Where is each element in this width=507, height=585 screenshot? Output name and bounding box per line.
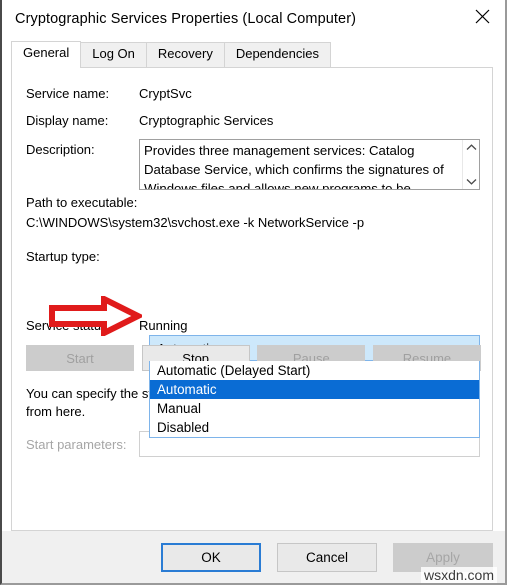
close-icon[interactable] — [459, 0, 505, 32]
title-bar: Cryptographic Services Properties (Local… — [2, 0, 505, 42]
tab-log-on[interactable]: Log On — [80, 42, 147, 67]
service-status-value: Running — [139, 318, 188, 333]
service-status-label: Service status: — [26, 318, 112, 333]
dropdown-option-automatic-delayed-start[interactable]: Automatic (Delayed Start) — [150, 361, 479, 380]
service-name-row: Service name: — [26, 86, 109, 101]
service-name-value: CryptSvc — [139, 86, 192, 101]
description-label: Description: — [26, 142, 95, 157]
start-button[interactable]: Start — [26, 345, 134, 371]
display-name-row: Display name: — [26, 113, 108, 128]
path-to-executable-value: C:\WINDOWS\system32\svchost.exe -k Netwo… — [26, 215, 365, 230]
window-title: Cryptographic Services Properties (Local… — [15, 11, 357, 27]
path-to-executable-label: Path to executable: — [26, 195, 138, 210]
description-row: Description: — [26, 142, 95, 157]
tab-strip: General Log On Recovery Dependencies — [11, 41, 493, 68]
tab-dependencies[interactable]: Dependencies — [223, 42, 331, 67]
description-scrollbar[interactable] — [462, 140, 479, 189]
service-properties-dialog: Cryptographic Services Properties (Local… — [0, 0, 507, 585]
startup-type-dropdown-list[interactable]: Automatic (Delayed Start) Automatic Manu… — [149, 361, 480, 438]
dropdown-option-manual[interactable]: Manual — [150, 399, 479, 418]
ok-button[interactable]: OK — [161, 542, 261, 572]
startup-type-label: Startup type: — [26, 249, 100, 264]
chevron-up-icon[interactable] — [466, 144, 477, 151]
display-name-value: Cryptographic Services — [139, 113, 274, 128]
watermark: wsxdn.com — [420, 567, 497, 583]
startup-type-row: Startup type: — [26, 249, 100, 264]
tab-recovery[interactable]: Recovery — [145, 42, 225, 67]
dropdown-option-automatic[interactable]: Automatic — [150, 380, 479, 399]
description-textbox[interactable]: Provides three management services: Cata… — [139, 139, 480, 190]
start-parameters-label: Start parameters: — [26, 437, 127, 452]
dropdown-option-disabled[interactable]: Disabled — [150, 418, 479, 437]
service-status-row: Service status: — [26, 318, 111, 333]
description-text: Provides three management services: Cata… — [144, 143, 448, 189]
chevron-down-icon[interactable] — [466, 178, 477, 185]
service-name-label: Service name: — [26, 86, 110, 101]
cancel-button[interactable]: Cancel — [277, 542, 377, 572]
tab-general[interactable]: General — [11, 41, 82, 68]
general-tab-panel: Service name: CryptSvc Display name: Cry… — [11, 67, 493, 531]
display-name-label: Display name: — [26, 113, 109, 128]
path-value-row: C:\WINDOWS\system32\svchost.exe -k Netwo… — [26, 215, 364, 230]
path-label-row: Path to executable: — [26, 195, 137, 210]
